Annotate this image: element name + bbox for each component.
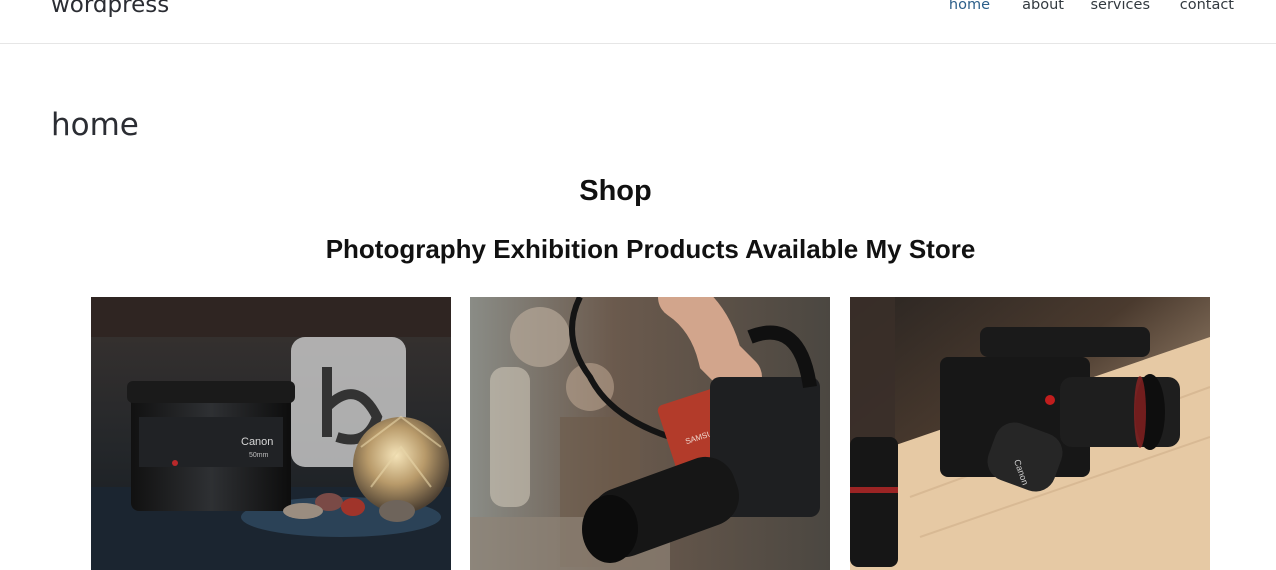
shop-heading: Shop <box>579 175 652 207</box>
site-header: wordpress home about services contact <box>0 0 1276 44</box>
product-card-cinema-camera[interactable]: SAMSUNG <box>470 297 830 570</box>
lens-size-text: 50mm <box>249 452 269 459</box>
nav-item-about[interactable]: about <box>1022 0 1064 15</box>
site-title-link[interactable]: wordpress <box>51 0 169 19</box>
nav-item-home[interactable]: home <box>949 0 990 15</box>
camera-on-table-image: Canon <box>850 297 1210 570</box>
product-card-lens[interactable]: Canon 50mm <box>91 297 451 570</box>
nav-item-services[interactable]: services <box>1091 0 1151 15</box>
camera-lens-image: Canon 50mm <box>91 297 451 570</box>
nav-item-contact[interactable]: contact <box>1180 0 1234 15</box>
cinema-camera-image: SAMSUNG <box>470 297 830 570</box>
store-subheading: Photography Exhibition Products Availabl… <box>325 234 976 264</box>
page-title: home <box>51 107 139 143</box>
lens-brand-text: Canon <box>241 436 273 448</box>
product-card-camera-table[interactable]: Canon <box>850 297 1210 570</box>
